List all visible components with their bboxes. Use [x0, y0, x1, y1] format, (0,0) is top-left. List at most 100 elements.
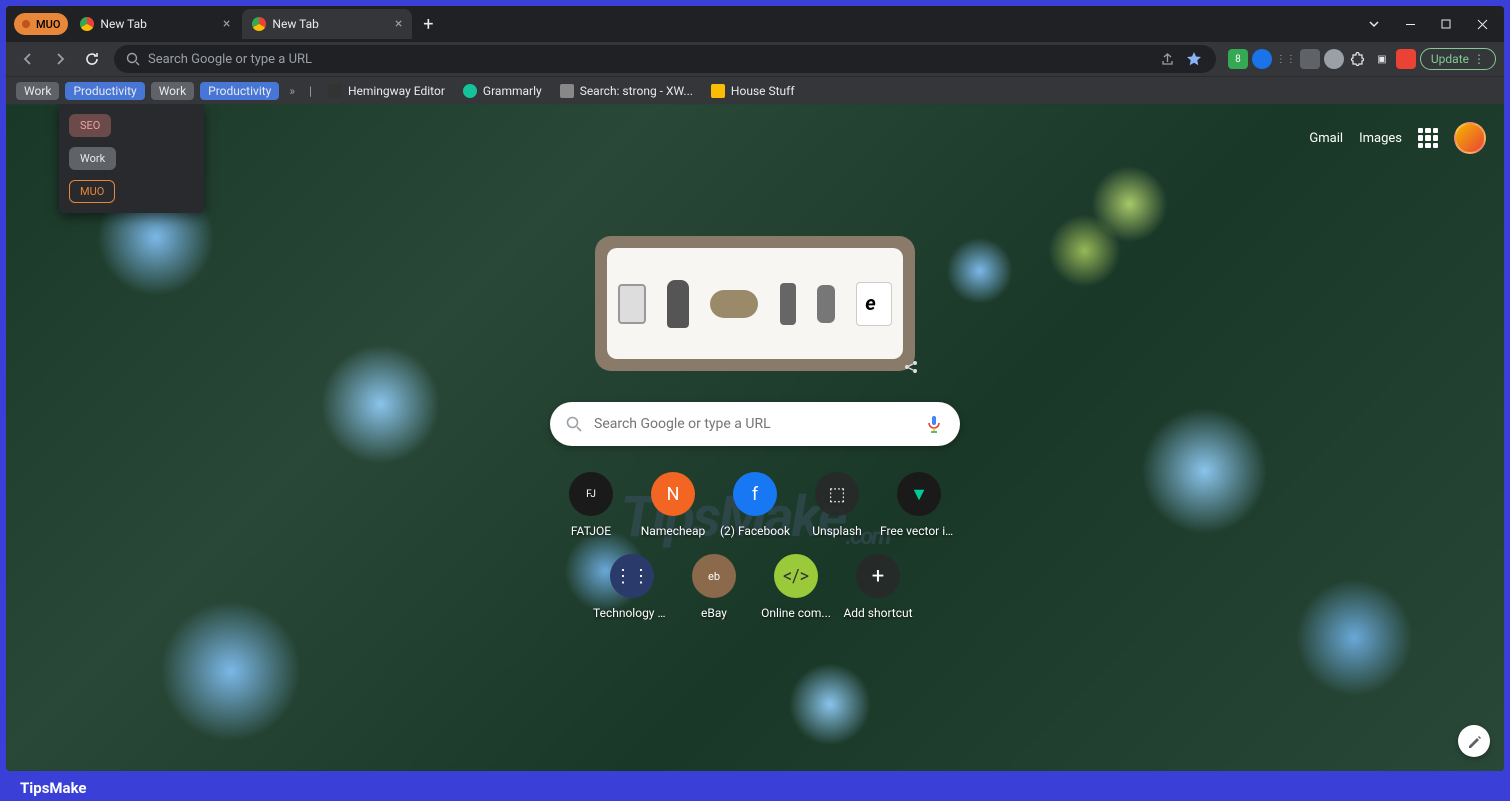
shortcut-label: FATJOE	[571, 524, 611, 538]
extensions-row: 8 ⋮⋮ ▣	[1224, 49, 1416, 69]
reload-button[interactable]	[78, 45, 106, 73]
bookmark-group-work[interactable]: Work	[16, 82, 59, 100]
shortcut-label: (2) Facebook	[720, 524, 790, 538]
bookmark-group-productivity[interactable]: Productivity	[65, 82, 144, 100]
extension-icon-2[interactable]	[1252, 49, 1272, 69]
window-controls	[1360, 10, 1504, 38]
search-icon	[566, 416, 582, 432]
top-links: Gmail Images	[1309, 122, 1486, 154]
bookmark-favicon	[560, 84, 574, 98]
shortcut-icon: </>	[774, 554, 818, 598]
back-button[interactable]	[14, 45, 42, 73]
voice-search-icon[interactable]	[924, 414, 944, 434]
bookmark-grammarly[interactable]: Grammarly	[457, 82, 548, 100]
bookmark-label: House Stuff	[731, 84, 795, 98]
shortcut-unsplash[interactable]: ⬚ Unsplash	[796, 462, 878, 548]
shortcut-icon: ⬚	[815, 472, 859, 516]
shortcut-facebook[interactable]: f (2) Facebook	[714, 462, 796, 548]
tab-group-label: MUO	[36, 18, 60, 31]
plus-icon: +	[856, 554, 900, 598]
tab-group-muo[interactable]: MUO	[14, 13, 68, 35]
search-input[interactable]	[594, 416, 912, 432]
minimize-button[interactable]	[1396, 10, 1424, 38]
customize-chrome-button[interactable]	[1458, 725, 1490, 757]
maximize-button[interactable]	[1432, 10, 1460, 38]
shortcut-icon: FJ	[569, 472, 613, 516]
browser-window: MUO New Tab × New Tab × + Search Google …	[6, 6, 1504, 771]
share-icon[interactable]	[1158, 49, 1178, 69]
bookmark-label: Hemingway Editor	[348, 84, 445, 98]
shortcut-fatjoe[interactable]: FJ FATJOE	[550, 462, 632, 548]
tab-close-icon[interactable]: ×	[223, 16, 230, 32]
extension-icon-4[interactable]	[1300, 49, 1320, 69]
bookmark-group-productivity2[interactable]: Productivity	[200, 82, 279, 100]
bookmark-group-work2[interactable]: Work	[151, 82, 194, 100]
group-tag-muo[interactable]: MUO	[69, 180, 115, 203]
extensions-puzzle-icon[interactable]	[1348, 49, 1368, 69]
shortcut-label: eBay	[701, 606, 727, 620]
shortcut-icon: N	[651, 472, 695, 516]
ntp-search-box[interactable]	[550, 402, 960, 446]
close-button[interactable]	[1468, 10, 1496, 38]
group-tag-work[interactable]: Work	[69, 147, 116, 170]
profile-avatar[interactable]	[1454, 122, 1486, 154]
shortcut-technology[interactable]: ⋮⋮ Technology O...	[591, 544, 673, 630]
toolbar: Search Google or type a URL 8 ⋮⋮ ▣ Updat…	[6, 42, 1504, 76]
bookmark-overflow-icon[interactable]: »	[285, 84, 299, 98]
shortcut-icon: eb	[692, 554, 736, 598]
bookmark-favicon	[463, 84, 477, 98]
shortcut-label: Online com...	[761, 606, 831, 620]
tab-newtab-2-active[interactable]: New Tab ×	[242, 9, 412, 39]
omnibox[interactable]: Search Google or type a URL	[114, 45, 1216, 73]
bookmark-favicon	[711, 84, 725, 98]
group-color-dot	[22, 20, 30, 28]
group-tag-seo[interactable]: SEO	[69, 114, 111, 137]
share-doodle-icon[interactable]	[903, 359, 919, 375]
bookmark-separator: |	[305, 84, 316, 98]
shortcut-label: Namecheap	[641, 524, 706, 538]
shortcut-label: Technology O...	[593, 606, 671, 620]
shortcut-icon: ⋮⋮	[610, 554, 654, 598]
chrome-favicon	[80, 17, 94, 31]
update-button[interactable]: Update ⋮	[1420, 48, 1496, 70]
shortcut-label: Free vector ic...	[880, 524, 958, 538]
google-doodle[interactable]: e	[595, 236, 915, 371]
extension-icon-6[interactable]: ▣	[1372, 49, 1392, 69]
bookmark-favicon	[328, 84, 342, 98]
extension-icon-1[interactable]: 8	[1228, 49, 1248, 69]
images-link[interactable]: Images	[1359, 131, 1402, 146]
tab-group-dropdown: SEO Work MUO	[59, 104, 204, 213]
bookmark-house-stuff[interactable]: House Stuff	[705, 82, 801, 100]
new-tab-button[interactable]: +	[414, 10, 442, 38]
google-apps-icon[interactable]	[1418, 128, 1438, 148]
tab-label: New Tab	[100, 17, 146, 31]
tab-newtab-1[interactable]: New Tab ×	[70, 9, 240, 39]
shortcut-freevector[interactable]: ▼ Free vector ic...	[878, 462, 960, 548]
profile-icon[interactable]	[1396, 49, 1416, 69]
shortcuts-grid-row2: ⋮⋮ Technology O... eb eBay </> Online co…	[591, 544, 919, 630]
tab-bar: MUO New Tab × New Tab × +	[6, 6, 1504, 42]
extension-icon-5[interactable]	[1324, 49, 1344, 69]
tab-close-icon[interactable]: ×	[395, 16, 402, 32]
shortcut-namecheap[interactable]: N Namecheap	[632, 462, 714, 548]
footer-brand: TipsMake	[20, 779, 87, 797]
omnibox-placeholder: Search Google or type a URL	[148, 52, 1150, 67]
shortcut-ebay[interactable]: eb eBay	[673, 544, 755, 630]
add-shortcut-button[interactable]: + Add shortcut	[837, 544, 919, 630]
update-menu-icon: ⋮	[1473, 52, 1485, 66]
search-icon	[126, 52, 140, 66]
forward-button[interactable]	[46, 45, 74, 73]
shortcut-label: Unsplash	[812, 524, 862, 538]
shortcut-icon: f	[733, 472, 777, 516]
gmail-link[interactable]: Gmail	[1309, 131, 1343, 146]
shortcut-online[interactable]: </> Online com...	[755, 544, 837, 630]
bookmark-label: Search: strong - XW...	[580, 84, 693, 98]
extension-icon-3[interactable]: ⋮⋮	[1276, 49, 1296, 69]
new-tab-content: SEO Work MUO Gmail Images e	[6, 104, 1504, 771]
bookmarks-bar: Work Productivity Work Productivity » | …	[6, 76, 1504, 104]
chevron-down-icon[interactable]	[1360, 10, 1388, 38]
bookmark-search-strong[interactable]: Search: strong - XW...	[554, 82, 699, 100]
bookmark-hemingway[interactable]: Hemingway Editor	[322, 82, 451, 100]
bookmark-star-icon[interactable]	[1184, 49, 1204, 69]
shortcuts-grid: FJ FATJOE N Namecheap f (2) Facebook ⬚ U…	[550, 462, 960, 548]
